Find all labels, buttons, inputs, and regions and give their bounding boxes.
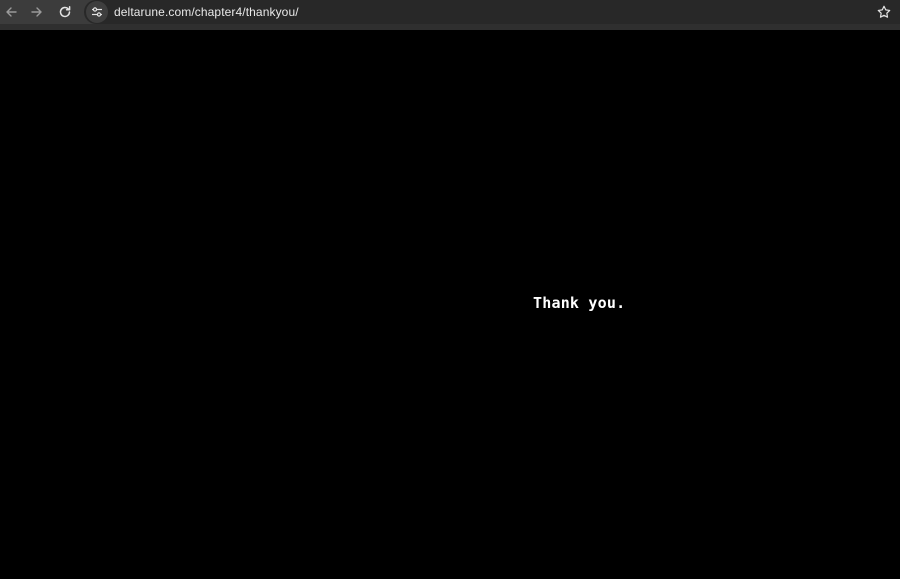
url-text[interactable]: deltarune.com/chapter4/thankyou/ — [114, 5, 299, 19]
reload-icon — [59, 6, 71, 18]
star-icon — [877, 5, 891, 18]
bookmark-button[interactable] — [876, 4, 892, 20]
page-content: Thank you. — [0, 30, 900, 579]
tune-icon — [92, 7, 102, 17]
arrow-left-icon — [6, 7, 17, 17]
arrow-right-icon — [31, 7, 42, 17]
back-button[interactable] — [0, 1, 22, 23]
reload-button[interactable] — [54, 1, 76, 23]
thank-you-message: Thank you. — [533, 294, 626, 312]
browser-toolbar: deltarune.com/chapter4/thankyou/ — [0, 0, 900, 24]
address-bar[interactable]: deltarune.com/chapter4/thankyou/ — [84, 0, 900, 24]
forward-button[interactable] — [26, 1, 48, 23]
site-info-button[interactable] — [86, 1, 108, 23]
